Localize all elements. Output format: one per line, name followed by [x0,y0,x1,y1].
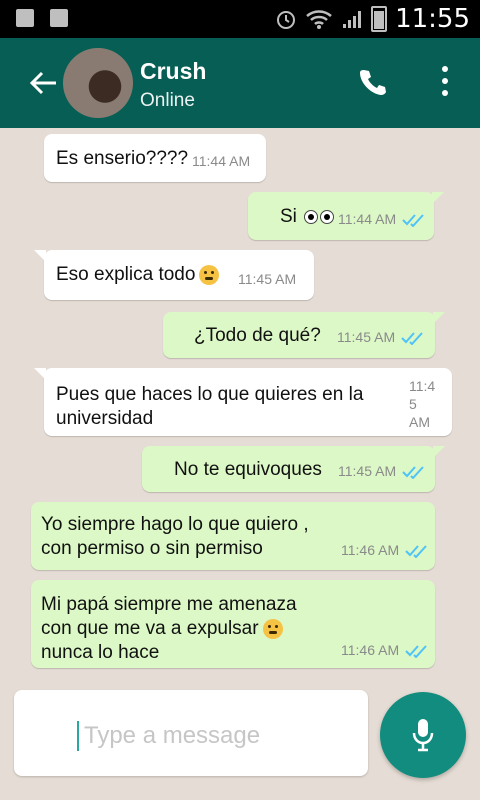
contact-name[interactable]: Crush [140,58,206,85]
phone-icon[interactable] [356,66,388,98]
message-time: 11:46 AM [341,642,400,658]
message-time: 11:46 AM [341,542,400,558]
message-time: 11:44 AM [192,153,251,169]
bubble-tail [433,446,445,458]
flushed-face-emoji-icon [199,264,220,285]
battery-icon [371,6,388,32]
chat-header: Crush Online [0,38,480,128]
bubble-tail [432,192,444,204]
message-incoming[interactable]: Es enserio???? 11:44 AM [44,134,266,182]
eyes-emoji-icon [320,209,335,224]
message-outgoing[interactable]: ¿Todo de qué? 11:45 AM [163,312,445,358]
wifi-icon [306,10,332,29]
message-incoming[interactable]: Pues que haces lo que quieres en la univ… [34,368,452,436]
tears-of-joy-emoji-icon [262,618,283,639]
message-outgoing[interactable]: No te equivoques 11:45 AM [142,446,445,492]
bubble-tail [433,312,445,324]
message-outgoing[interactable]: Mi papá siempre me amenaza con que me va… [31,580,435,668]
bubble-tail [34,250,46,262]
more-options-icon[interactable] [440,64,450,98]
text-cursor [77,721,79,751]
double-check-icon [402,214,424,227]
double-check-icon [401,332,423,345]
message-text: No te equivoques [174,459,322,480]
system-status: 11:55 [275,4,470,34]
message-outgoing[interactable]: Yo siempre hago lo que quiero , con perm… [31,502,435,570]
contact-status: Online [140,90,195,111]
bubble-tail [34,368,46,380]
message-text-line: Mi papá siempre me amenaza [41,594,297,615]
alarm-icon [277,11,296,29]
facebook-notification-icon [16,9,34,27]
message-text-line: nunca lo hace [41,642,160,663]
double-check-icon [405,545,427,558]
microphone-icon [412,719,434,752]
message-text: Es enserio???? [56,148,189,169]
message-text: Eso explica todo [56,264,220,286]
message-list[interactable]: Es enserio???? 11:44 AM Si 11:44 AM Eso … [0,128,480,688]
message-time: 11:45 AM [338,463,397,479]
message-input[interactable] [82,718,356,754]
message-text-line: universidad [56,408,154,429]
message-time: 5 [409,396,417,412]
message-outgoing[interactable]: Si 11:44 AM [248,192,444,240]
message-text-line: con permiso o sin permiso [41,538,263,559]
message-time: 11:4 [409,378,436,394]
message-time: AM [409,414,430,430]
signal-icon [343,11,362,28]
clock: 11:55 [395,4,470,34]
double-check-icon [405,645,427,658]
message-time: 11:45 AM [238,271,297,287]
message-text-line: Pues que haces lo que quieres en la [56,384,364,405]
image-notification-icon [50,9,68,27]
message-composer[interactable] [14,690,368,776]
back-arrow-icon[interactable] [26,66,60,100]
message-time: 11:44 AM [338,211,397,227]
message-text: ¿Todo de qué? [194,325,321,346]
status-bar: 11:55 [0,0,480,38]
message-text: Si [280,206,335,228]
message-time: 11:45 AM [337,329,396,345]
avatar[interactable] [63,48,133,118]
message-text-line: con que me va a expulsar [41,618,283,640]
message-incoming[interactable]: Eso explica todo 11:45 AM [34,250,314,300]
message-text-line: Yo siempre hago lo que quiero , [41,514,309,535]
microphone-button[interactable] [380,692,466,778]
double-check-icon [402,466,424,479]
eyes-emoji-icon [304,209,319,224]
notification-icons [16,9,68,27]
